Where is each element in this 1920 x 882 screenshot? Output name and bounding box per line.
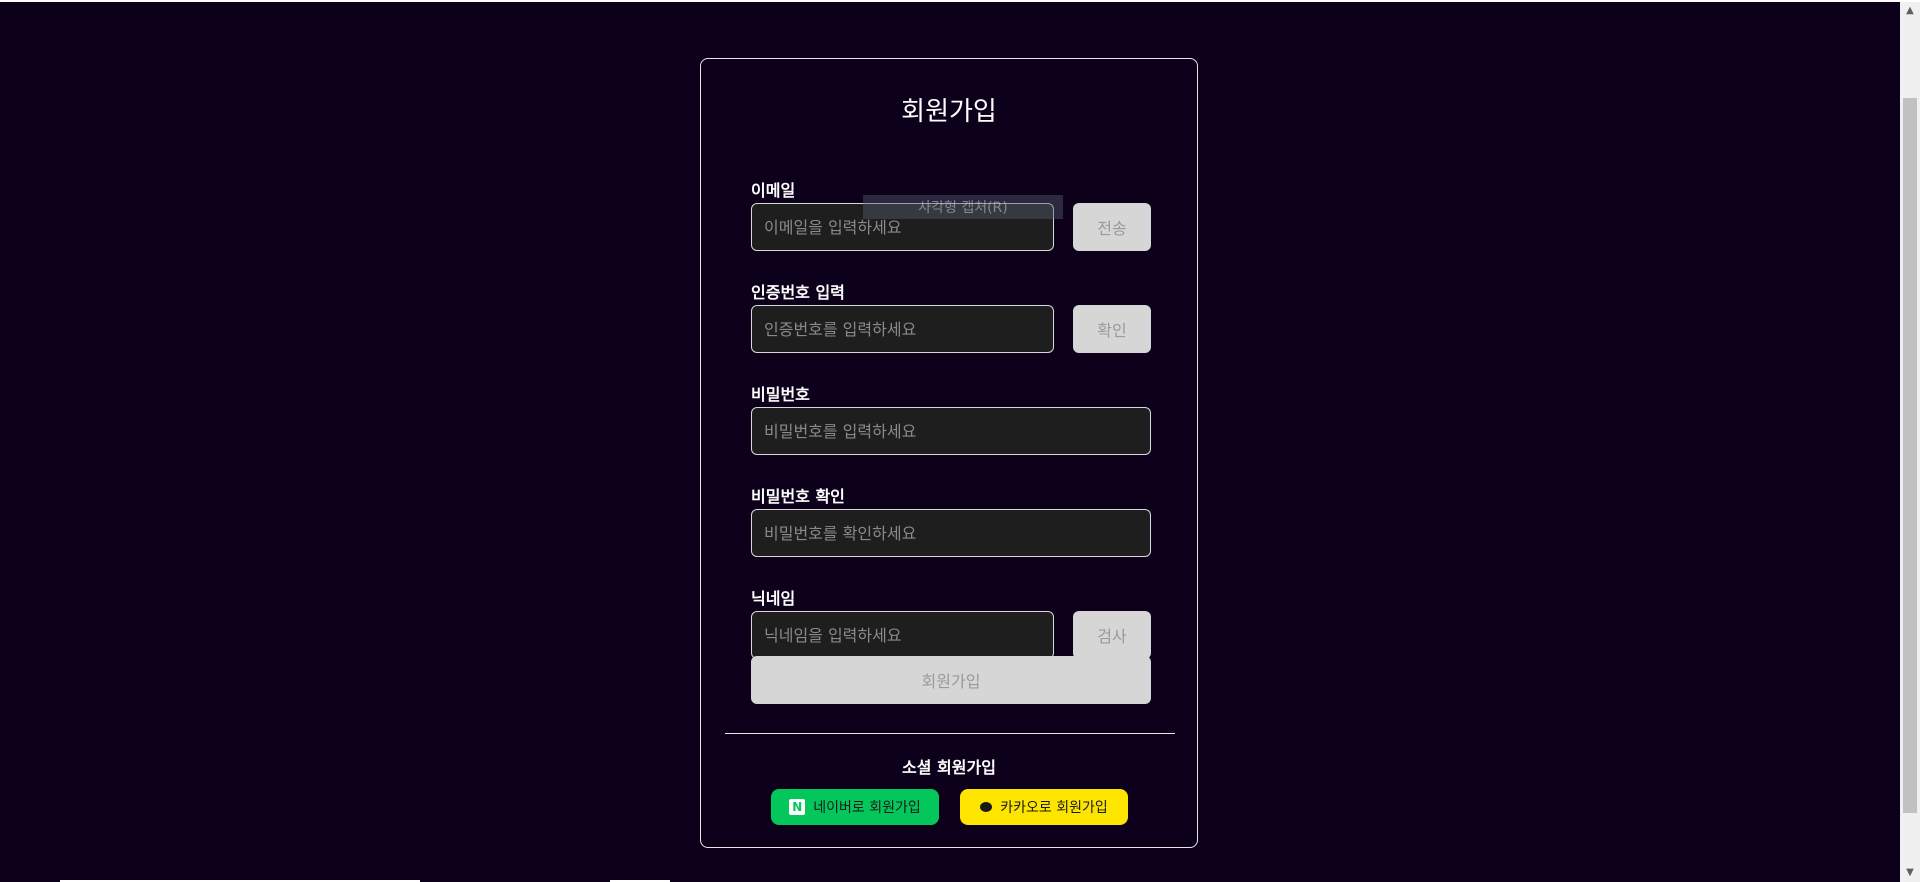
email-label: 이메일 [751, 181, 796, 200]
signup-submit-button[interactable]: 회원가입 [751, 656, 1151, 704]
nickname-label: 닉네임 [751, 589, 796, 608]
naver-signup-label: 네이버로 회원가입 [813, 800, 921, 816]
scroll-thumb[interactable] [1903, 98, 1917, 813]
nickname-input[interactable] [751, 611, 1054, 659]
page-title: 회원가입 [901, 97, 997, 127]
page: 회원가입 이메일 전송 사각형 캡처(R) 인증번호 입력 확인 비밀번호 비밀… [0, 2, 1900, 882]
signup-card: 회원가입 이메일 전송 사각형 캡처(R) 인증번호 입력 확인 비밀번호 비밀… [700, 58, 1198, 848]
divider [725, 733, 1175, 734]
send-code-button[interactable]: 전송 [1073, 203, 1151, 251]
scroll-down-icon[interactable]: ▼ [1900, 864, 1920, 882]
kakao-chat-icon [980, 802, 993, 812]
verification-code-input[interactable] [751, 305, 1054, 353]
kakao-signup-button[interactable]: 카카오로 회원가입 [960, 789, 1128, 825]
capture-tooltip: 사각형 캡처(R) [863, 195, 1063, 219]
page-scrollbar[interactable]: ▲ ▼ [1900, 2, 1920, 882]
scroll-up-icon[interactable]: ▲ [1900, 2, 1920, 20]
kakao-signup-label: 카카오로 회원가입 [1000, 800, 1108, 816]
password-input[interactable] [751, 407, 1151, 455]
social-signup-title: 소셜 회원가입 [902, 758, 996, 777]
verification-label: 인증번호 입력 [751, 283, 845, 302]
password-label: 비밀번호 [751, 385, 810, 404]
naver-signup-button[interactable]: N 네이버로 회원가입 [771, 789, 939, 825]
password-confirm-input[interactable] [751, 509, 1151, 557]
verify-code-button[interactable]: 확인 [1073, 305, 1151, 353]
check-nickname-button[interactable]: 검사 [1073, 611, 1151, 659]
naver-icon: N [789, 799, 806, 815]
password-confirm-label: 비밀번호 확인 [751, 487, 845, 506]
